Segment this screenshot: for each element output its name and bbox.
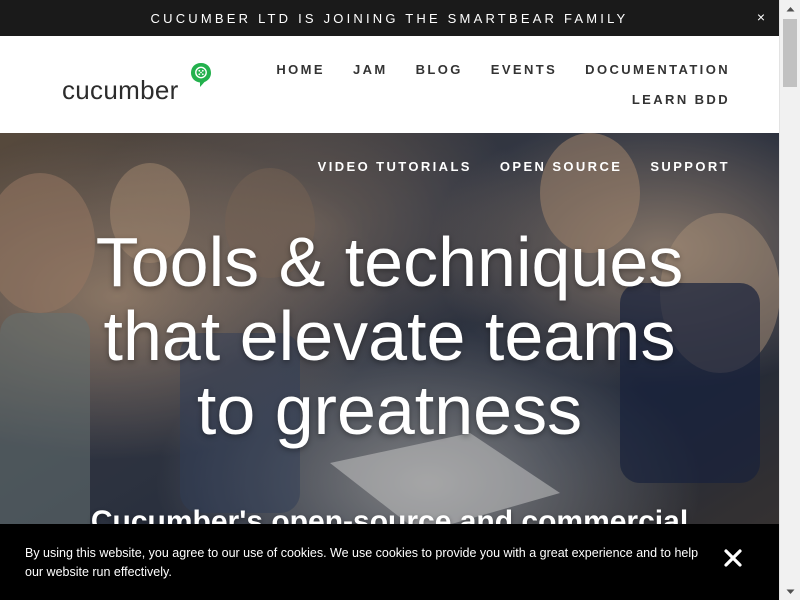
nav-learn-bdd[interactable]: LEARN BDD <box>632 92 730 107</box>
primary-nav: HOME JAM BLOG EVENTS DOCUMENTATION <box>276 62 730 77</box>
nav-blog[interactable]: BLOG <box>416 62 463 77</box>
logo-text: cucumber <box>62 75 179 105</box>
announcement-bar: CUCUMBER LTD IS JOINING THE SMARTBEAR FA… <box>0 0 779 36</box>
site-header: cucumber HOME JAM BLOG EVENTS DOCUMENTAT… <box>0 36 779 133</box>
announcement-close-button[interactable]: × <box>757 9 765 25</box>
vertical-scrollbar[interactable] <box>779 0 800 600</box>
nav-open-source[interactable]: OPEN SOURCE <box>500 159 622 174</box>
close-icon[interactable] <box>721 546 745 570</box>
logo[interactable]: cucumber <box>62 62 222 106</box>
cucumber-icon <box>191 63 211 87</box>
cookie-text: By using this website, you agree to our … <box>25 546 699 579</box>
cookie-banner: By using this website, you agree to our … <box>0 524 779 600</box>
scroll-down-arrow-icon[interactable] <box>780 583 800 600</box>
nav-jam[interactable]: JAM <box>353 62 388 77</box>
hero-title-line: that elevate teams <box>103 297 676 375</box>
nav-events[interactable]: EVENTS <box>491 62 557 77</box>
secondary-nav: LEARN BDD <box>632 92 730 107</box>
announcement-text[interactable]: CUCUMBER LTD IS JOINING THE SMARTBEAR FA… <box>151 11 629 26</box>
page: CUCUMBER LTD IS JOINING THE SMARTBEAR FA… <box>0 0 779 600</box>
nav-home[interactable]: HOME <box>276 62 325 77</box>
hero-title-line: Tools & techniques <box>95 223 684 301</box>
hero-title: Tools & techniques that elevate teams to… <box>0 225 779 447</box>
hero-subnav: VIDEO TUTORIALS OPEN SOURCE SUPPORT <box>318 159 730 174</box>
scrollbar-thumb[interactable] <box>783 19 797 87</box>
nav-video-tutorials[interactable]: VIDEO TUTORIALS <box>318 159 472 174</box>
nav-documentation[interactable]: DOCUMENTATION <box>585 62 730 77</box>
nav-support[interactable]: SUPPORT <box>650 159 730 174</box>
scroll-up-arrow-icon[interactable] <box>780 0 800 17</box>
hero-title-line: to greatness <box>196 371 583 449</box>
